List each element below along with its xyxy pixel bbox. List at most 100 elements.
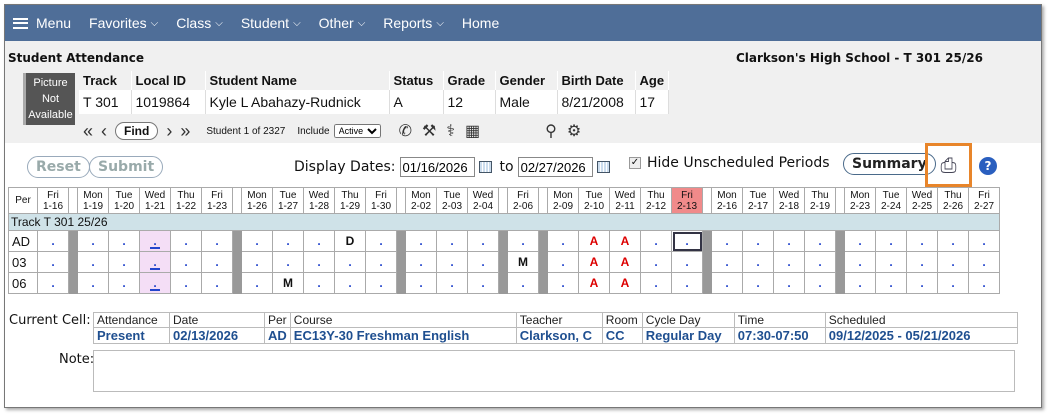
attendance-cell[interactable]: . <box>773 230 805 252</box>
date-header[interactable]: Wed 2-11 <box>609 187 641 214</box>
include-select[interactable]: Active <box>333 124 381 138</box>
date-header[interactable]: Thu 1-22 <box>170 187 202 214</box>
attendance-cell[interactable]: . <box>937 230 969 252</box>
checkbox-checked-icon[interactable]: ✓ <box>629 157 641 169</box>
attendance-cell[interactable]: . <box>507 272 539 294</box>
nav-home[interactable]: Home <box>462 15 499 31</box>
attendance-cell[interactable]: . <box>170 272 202 294</box>
date-header[interactable]: Mon 1-26 <box>241 187 273 214</box>
attendance-cell[interactable]: . <box>201 230 233 252</box>
date-header[interactable]: Mon 2-02 <box>405 187 437 214</box>
date-header[interactable]: Mon 1-19 <box>77 187 109 214</box>
date-header[interactable]: Tue 2-17 <box>742 187 774 214</box>
attendance-cell[interactable]: . <box>365 230 397 252</box>
attendance-cell[interactable]: . <box>875 230 907 252</box>
attendance-cell[interactable]: . <box>436 272 468 294</box>
attendance-cell[interactable]: . <box>201 251 233 273</box>
attendance-cell[interactable]: . <box>170 251 202 273</box>
attendance-cell[interactable]: M <box>507 251 539 273</box>
date-header[interactable]: Tue 1-20 <box>108 187 140 214</box>
attendance-cell[interactable]: . <box>436 251 468 273</box>
attendance-cell[interactable]: . <box>671 230 703 252</box>
date-header[interactable]: Mon 2-23 <box>844 187 876 214</box>
attendance-cell[interactable]: . <box>968 272 1000 294</box>
attendance-cell[interactable]: M <box>272 272 304 294</box>
date-header[interactable]: Wed 2-25 <box>906 187 938 214</box>
calendar-icon[interactable] <box>596 161 610 173</box>
date-header[interactable]: Fri 2-06 <box>507 187 539 214</box>
date-header[interactable]: Thu 1-29 <box>334 187 366 214</box>
date-header[interactable]: Wed 1-28 <box>303 187 335 214</box>
attendance-cell[interactable]: . <box>241 272 273 294</box>
attendance-cell[interactable]: . <box>303 251 335 273</box>
attendance-cell[interactable]: . <box>139 251 171 273</box>
attendance-cell[interactable]: . <box>334 272 366 294</box>
date-header[interactable]: Thu 2-19 <box>804 187 836 214</box>
attendance-cell[interactable]: . <box>201 272 233 294</box>
attendance-cell[interactable]: . <box>773 272 805 294</box>
attendance-cell[interactable]: . <box>937 272 969 294</box>
calendar-icon[interactable] <box>478 161 492 173</box>
attendance-cell[interactable]: D <box>334 230 366 252</box>
nav-reports[interactable]: Reports ⌵ <box>383 15 444 31</box>
attendance-cell[interactable]: . <box>241 251 273 273</box>
date-header[interactable]: Fri 2-27 <box>968 187 1000 214</box>
search-icon[interactable]: ⚲ <box>545 121 557 141</box>
menu-button[interactable]: Menu <box>13 15 71 31</box>
attendance-cell[interactable]: . <box>77 230 109 252</box>
attendance-cell[interactable]: . <box>108 251 140 273</box>
attendance-cell[interactable]: . <box>844 230 876 252</box>
attendance-cell[interactable]: . <box>405 230 437 252</box>
attendance-cell[interactable]: . <box>405 251 437 273</box>
attendance-cell[interactable]: A <box>578 251 610 273</box>
date-header[interactable]: Mon 2-16 <box>711 187 743 214</box>
attendance-cell[interactable]: . <box>272 230 304 252</box>
date-header[interactable]: Wed 1-21 <box>139 187 171 214</box>
attendance-cell[interactable]: . <box>937 251 969 273</box>
attendance-cell[interactable]: . <box>303 230 335 252</box>
print-button[interactable]: ⎙ <box>925 143 972 187</box>
attendance-cell[interactable]: . <box>804 272 836 294</box>
find-button[interactable]: Find <box>115 122 159 140</box>
attendance-cell[interactable]: . <box>77 251 109 273</box>
date-header[interactable]: Fri 2-13 <box>671 187 703 214</box>
summary-button[interactable]: Summary <box>843 153 936 175</box>
attendance-cell[interactable]: . <box>844 272 876 294</box>
attendance-cell[interactable]: . <box>467 251 499 273</box>
attendance-cell[interactable]: . <box>742 251 774 273</box>
attendance-cell[interactable]: . <box>742 230 774 252</box>
attendance-cell[interactable]: . <box>906 272 938 294</box>
attendance-cell[interactable]: . <box>711 230 743 252</box>
next-student-icon[interactable]: › <box>166 122 172 140</box>
attendance-cell[interactable]: . <box>547 272 579 294</box>
to-date-input[interactable] <box>517 157 593 177</box>
attendance-cell[interactable]: . <box>968 251 1000 273</box>
attendance-cell[interactable]: . <box>671 251 703 273</box>
attendance-cell[interactable]: A <box>578 272 610 294</box>
attendance-cell[interactable]: . <box>467 272 499 294</box>
submit-button[interactable]: Submit <box>89 156 164 178</box>
attendance-cell[interactable]: . <box>711 251 743 273</box>
attendance-cell[interactable]: . <box>640 272 672 294</box>
attendance-cell[interactable]: . <box>405 272 437 294</box>
hide-unscheduled-toggle[interactable]: ✓ Hide Unscheduled Periods <box>629 155 830 171</box>
attendance-cell[interactable]: . <box>436 230 468 252</box>
nav-favorites[interactable]: Favorites ⌵ <box>89 15 158 31</box>
attendance-cell[interactable]: . <box>507 230 539 252</box>
gear-icon[interactable]: ⚙ <box>567 121 581 141</box>
date-header[interactable]: Thu 2-26 <box>937 187 969 214</box>
attendance-cell[interactable]: . <box>272 251 304 273</box>
date-header[interactable]: Wed 2-18 <box>773 187 805 214</box>
date-header[interactable]: Mon 2-09 <box>547 187 579 214</box>
attendance-cell[interactable]: A <box>609 230 641 252</box>
attendance-cell[interactable]: . <box>108 272 140 294</box>
attendance-cell[interactable]: . <box>37 251 69 273</box>
phone-icon[interactable]: ✆ <box>399 121 412 141</box>
date-header[interactable]: Fri 1-16 <box>37 187 69 214</box>
attendance-cell[interactable]: . <box>875 251 907 273</box>
date-header[interactable]: Tue 2-03 <box>436 187 468 214</box>
attendance-cell[interactable]: . <box>711 272 743 294</box>
attendance-cell[interactable]: . <box>968 230 1000 252</box>
attendance-cell[interactable]: . <box>241 230 273 252</box>
attendance-cell[interactable]: . <box>365 272 397 294</box>
